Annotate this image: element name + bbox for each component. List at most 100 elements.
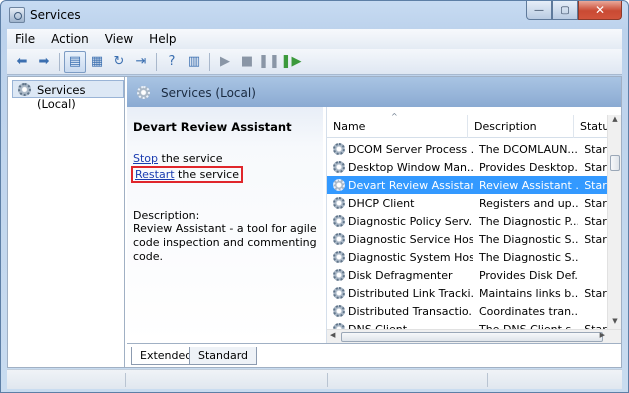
client-area: Services (Local) Services (Local) Devart…: [7, 76, 622, 368]
maximize-button[interactable]: ▢: [552, 1, 578, 20]
scroll-up-icon[interactable]: ▲: [608, 115, 621, 127]
restart-icon[interactable]: ❚▶: [280, 51, 302, 73]
column-header-name[interactable]: ^ Name: [327, 112, 468, 138]
vertical-scrollbar[interactable]: ▲ ▼: [607, 115, 621, 329]
title-bar[interactable]: Services — ▢ ✕: [1, 1, 628, 29]
extended-info-panel: Devart Review Assistant Stop the service…: [127, 107, 323, 343]
results-title: Services (Local): [161, 86, 256, 100]
stop-link[interactable]: Stop: [133, 152, 158, 165]
services-window: Services — ▢ ✕ File Action View Help ⬅ ➡…: [0, 0, 629, 393]
gear-icon: [333, 179, 345, 191]
list-row[interactable]: DHCP Client Registers and up... Starte: [327, 194, 608, 212]
forward-arrow-icon[interactable]: ➡: [33, 51, 55, 73]
close-button[interactable]: ✕: [578, 1, 622, 20]
gear-icon: [333, 143, 345, 155]
gear-icon: [333, 233, 345, 245]
menu-bar: File Action View Help: [7, 29, 622, 49]
service-description: Registers and up...: [478, 196, 579, 210]
status-bar: [7, 369, 622, 389]
service-status: Starte: [584, 196, 608, 210]
service-description: Maintains links b...: [478, 286, 579, 300]
service-name: Distributed Link Tracki...: [348, 286, 473, 300]
menu-file[interactable]: File: [7, 32, 43, 46]
list-row[interactable]: Disk Defragmenter Provides Disk Def...: [327, 266, 608, 284]
tab-standard[interactable]: Standard: [189, 347, 258, 365]
list-header: ^ Name Description Status: [327, 112, 621, 138]
service-name: Diagnostic Service Host: [348, 232, 473, 246]
description-label: Description:: [133, 209, 200, 222]
services-app-icon: [9, 7, 25, 23]
restart-action: Restart the service: [131, 166, 243, 183]
refresh-icon[interactable]: ↻: [108, 51, 130, 73]
start-icon[interactable]: ▶: [214, 51, 236, 73]
menu-help[interactable]: Help: [141, 32, 184, 46]
service-status: Starte: [584, 232, 608, 246]
gear-icon: [18, 83, 31, 96]
service-description: The Diagnostic S...: [478, 232, 579, 246]
service-description: Review Assistant ...: [478, 178, 579, 192]
service-description: The DCOMLAUN...: [478, 142, 578, 156]
list-row[interactable]: Desktop Window Man... Provides Desktop...…: [327, 158, 608, 176]
stop-icon[interactable]: ■: [236, 51, 258, 73]
list-row[interactable]: Distributed Link Tracki... Maintains link…: [327, 284, 608, 302]
scroll-right-icon[interactable]: ▶: [600, 331, 605, 339]
service-description: Provides Desktop...: [478, 160, 579, 174]
column-header-description[interactable]: Description: [468, 115, 574, 138]
list-row[interactable]: DCOM Server Process ... The DCOMLAUN... St…: [327, 140, 608, 158]
service-description: The Diagnostic S...: [478, 250, 579, 264]
sort-ascending-icon: ^: [391, 112, 398, 121]
menu-view[interactable]: View: [97, 32, 141, 46]
minimize-button[interactable]: —: [526, 1, 552, 20]
list-row[interactable]: Diagnostic Service Host The Diagnostic S.…: [327, 230, 608, 248]
service-name: DHCP Client: [348, 196, 415, 210]
gear-icon: [333, 287, 345, 299]
mmc-icon[interactable]: ▥: [183, 51, 205, 73]
list-row-selected[interactable]: Devart Review Assistant Review Assistant …: [327, 176, 608, 194]
pause-icon[interactable]: ❚❚: [258, 51, 280, 73]
service-description: The Diagnostic P...: [478, 214, 579, 228]
toolbar: ⬅ ➡ ▤ ▦ ↻ ⇥ ? ▥ ▶ ■ ❚❚ ❚▶: [7, 49, 622, 75]
gear-icon: [333, 305, 345, 317]
properties-icon[interactable]: ▦: [86, 51, 108, 73]
service-name: Distributed Transactio...: [348, 304, 473, 318]
gear-icon: [333, 251, 345, 263]
scroll-down-icon[interactable]: ▼: [608, 317, 621, 329]
stop-suffix: the service: [158, 152, 223, 165]
export-icon[interactable]: ⇥: [130, 51, 152, 73]
status-divider: [487, 373, 488, 387]
service-name: Devart Review Assistant: [348, 178, 473, 192]
tree-item-label: Services (Local): [37, 83, 86, 111]
help-icon[interactable]: ?: [161, 51, 183, 73]
horizontal-scrollbar[interactable]: ◀ ▶: [327, 329, 621, 343]
back-arrow-icon[interactable]: ⬅: [11, 51, 33, 73]
menu-action[interactable]: Action: [43, 32, 97, 46]
console-tree: Services (Local): [8, 77, 125, 367]
vertical-scroll-thumb[interactable]: [610, 155, 620, 171]
selected-service-name: Devart Review Assistant: [133, 120, 292, 134]
service-status: Starte: [584, 214, 608, 228]
service-status: Starte: [584, 286, 608, 300]
list-row[interactable]: Distributed Transactio... Coordinates tra…: [327, 302, 608, 320]
services-list: ^ Name Description Status DCOM Server Pr…: [326, 107, 621, 343]
scroll-left-icon[interactable]: ◀: [330, 331, 335, 339]
service-status: Starte: [584, 178, 608, 192]
results-header: Services (Local): [127, 77, 621, 107]
list-row[interactable]: Diagnostic Policy Serv... The Diagnostic …: [327, 212, 608, 230]
gear-icon: [333, 197, 345, 209]
service-description: Provides Disk Def...: [478, 268, 579, 282]
status-divider: [327, 373, 328, 387]
restart-link[interactable]: Restart: [135, 168, 175, 181]
restart-suffix: the service: [174, 168, 239, 181]
tree-item-services-local[interactable]: Services (Local): [12, 80, 124, 111]
list-row[interactable]: Diagnostic System Host The Diagnostic S..…: [327, 248, 608, 266]
service-description: Coordinates tran...: [478, 304, 579, 318]
console-tree-icon[interactable]: ▤: [64, 50, 86, 73]
status-divider: [125, 373, 126, 387]
list-rows: DCOM Server Process ... The DCOMLAUN... St…: [327, 140, 608, 338]
gear-icon: [137, 86, 150, 99]
horizontal-scroll-thumb[interactable]: [341, 332, 603, 342]
window-controls: — ▢ ✕: [526, 1, 622, 20]
service-status: Starte: [584, 142, 608, 156]
service-status: Starte: [584, 160, 608, 174]
toolbar-separator: [209, 52, 210, 71]
